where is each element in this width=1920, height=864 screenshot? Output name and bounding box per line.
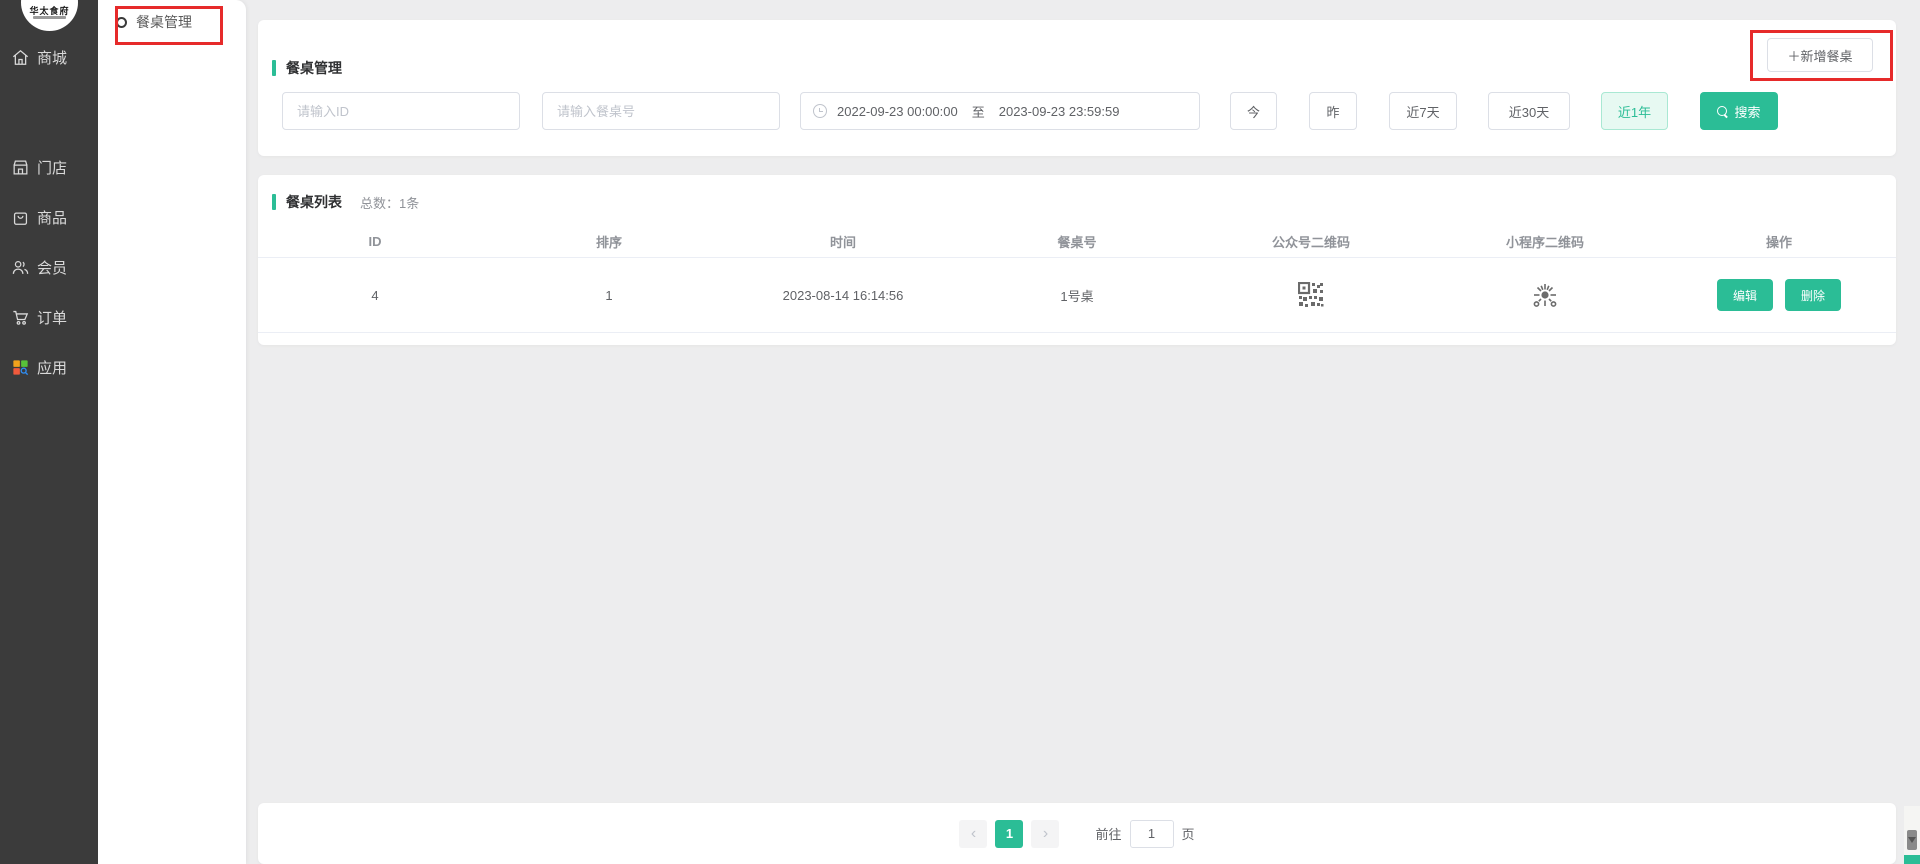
sidebar-item-label: 订单	[37, 307, 67, 328]
sidebar-item-members[interactable]: 会员	[0, 254, 98, 280]
quick-today-button[interactable]: 今	[1230, 92, 1277, 130]
scrollbar-corner	[1904, 855, 1920, 864]
list-title: 餐桌列表	[286, 192, 342, 212]
scrollbar[interactable]	[1904, 806, 1920, 864]
page-unit-label: 页	[1182, 824, 1195, 843]
cell-table-no: 1号桌	[960, 258, 1194, 332]
tables-table: ID 排序 时间 餐桌号 公众号二维码 小程序二维码 操作 4 1 2023-0…	[258, 225, 1896, 333]
col-time: 时间	[726, 225, 960, 257]
table-header-row: ID 排序 时间 餐桌号 公众号二维码 小程序二维码 操作	[258, 225, 1896, 258]
col-actions: 操作	[1662, 225, 1896, 257]
col-official-qr: 公众号二维码	[1194, 225, 1428, 257]
sidebar-item-goods[interactable]: 商品	[0, 204, 98, 230]
date-range-picker[interactable]: 2022-09-23 00:00:00 至 2023-09-23 23:59:5…	[800, 92, 1200, 130]
goto-page-input[interactable]	[1130, 820, 1174, 848]
add-table-button[interactable]: ＋新增餐桌	[1767, 38, 1873, 72]
col-miniprogram-qr: 小程序二维码	[1428, 225, 1662, 257]
pagination-panel: ‹ 1 › 前往 页	[258, 803, 1896, 864]
miniprogram-qr-icon[interactable]	[1529, 279, 1561, 311]
table-row: 4 1 2023-08-14 16:14:56 1号桌	[258, 258, 1896, 333]
cell-time: 2023-08-14 16:14:56	[726, 258, 960, 332]
prev-page-button[interactable]: ‹	[959, 820, 987, 848]
col-sort: 排序	[492, 225, 726, 257]
next-page-button[interactable]: ›	[1031, 820, 1059, 848]
filters-panel: 餐桌管理 ＋新增餐桌 2022-09-23 00:00:00 至 2023-09…	[258, 20, 1896, 156]
search-button[interactable]: 搜索	[1700, 92, 1778, 130]
search-button-label: 搜索	[1734, 102, 1760, 121]
submenu-item-table-management[interactable]: 餐桌管理	[116, 12, 192, 32]
sidebar-item-mall[interactable]: 商城	[0, 44, 98, 70]
sidebar-item-label: 应用	[37, 357, 67, 378]
sidebar-item-label: 会员	[37, 257, 67, 278]
search-icon	[1717, 106, 1728, 117]
apps-grid-icon	[11, 358, 30, 377]
quick-yesterday-button[interactable]: 昨	[1309, 92, 1357, 130]
page-title: 餐桌管理	[286, 58, 342, 78]
chevron-right-icon: ›	[1043, 825, 1048, 842]
sidebar-item-label: 门店	[37, 157, 67, 178]
cart-icon	[11, 308, 30, 327]
quick-7days-button[interactable]: 近7天	[1389, 92, 1457, 130]
quick-1year-button[interactable]: 近1年	[1601, 92, 1668, 130]
storefront-icon	[11, 158, 30, 177]
app-logo: 华太食府	[21, 0, 78, 31]
official-account-qr-icon[interactable]	[1298, 282, 1324, 308]
sidebar-item-label: 商城	[37, 47, 67, 68]
date-separator: 至	[972, 102, 985, 121]
col-table-no: 餐桌号	[960, 225, 1194, 257]
table-number-input[interactable]	[542, 92, 780, 130]
radio-circle-icon	[116, 17, 127, 28]
submenu-item-label: 餐桌管理	[136, 12, 192, 32]
table-panel: 餐桌列表 总数：1条 ID 排序 时间 餐桌号 公众号二维码 小程序二维码 操作…	[258, 175, 1896, 345]
sidebar-item-orders[interactable]: 订单	[0, 304, 98, 330]
quick-30days-button[interactable]: 近30天	[1488, 92, 1570, 130]
clock-icon	[813, 104, 827, 118]
title-accent-bar	[272, 60, 276, 76]
cell-id: 4	[258, 258, 492, 332]
shopping-bag-icon	[11, 208, 30, 227]
delete-button[interactable]: 删除	[1785, 279, 1841, 311]
current-page[interactable]: 1	[995, 820, 1023, 848]
goto-label: 前往	[1095, 824, 1121, 843]
date-start: 2022-09-23 00:00:00	[837, 104, 958, 119]
primary-sidebar: 华太食府 商城 门店 商品 会员 订单	[0, 0, 98, 864]
sidebar-item-apps[interactable]: 应用	[0, 354, 98, 380]
secondary-sidebar: 餐桌管理	[98, 0, 246, 864]
sidebar-item-store[interactable]: 门店	[0, 154, 98, 180]
list-total: 总数：1条	[360, 193, 419, 212]
edit-button[interactable]: 编辑	[1717, 279, 1773, 311]
sidebar-item-label: 商品	[37, 207, 67, 228]
logo-subtitle	[33, 16, 66, 19]
date-end: 2023-09-23 23:59:59	[999, 104, 1120, 119]
cell-sort: 1	[492, 258, 726, 332]
title-accent-bar	[272, 194, 276, 210]
scrollbar-thumb[interactable]	[1907, 830, 1917, 850]
members-icon	[11, 258, 30, 277]
home-icon	[11, 48, 30, 67]
col-id: ID	[258, 225, 492, 257]
chevron-left-icon: ‹	[971, 825, 976, 842]
id-input[interactable]	[282, 92, 520, 130]
